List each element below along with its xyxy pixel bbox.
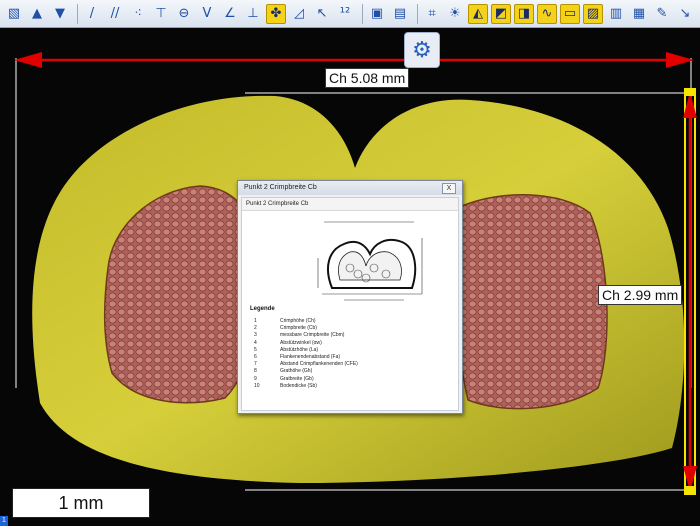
pencil-icon[interactable]: ✎ [652,4,672,24]
cross-section-icon[interactable]: ◿ [289,4,309,24]
scale-bar: 1 mm [12,488,150,518]
list-item: 7 Abstand Crimpflankenenden (CFE) [254,361,358,368]
crop-icon[interactable]: ⌗ [422,4,442,24]
perpendicular-icon[interactable]: ⊤ [151,4,171,24]
legend-list: 1 Crimphöhe (Ch) 2 Crimpbreite (Cb) 3 messb… [254,318,358,390]
list-item: 8 Grathöhe (Gh) [254,368,313,375]
angle-icon[interactable]: V [197,4,217,24]
dialog-titlebar[interactable]: Punkt 2 Crimpbreite Cb X [238,181,462,195]
toolbar-separator [77,3,78,24]
hatch-icon[interactable]: ▨ [583,3,603,24]
line-icon[interactable]: / [82,4,102,24]
web-icon[interactable]: ▦ [629,4,649,24]
color-layer-icon[interactable]: ▥ [606,4,626,24]
scale-bar-label: 1 mm [58,492,104,513]
points-icon[interactable]: ⁖ [128,4,148,24]
list-item: 2 Crimpbreite (Cb) [254,325,317,332]
list-item: 5 Abstützhöhe (La) [254,346,319,353]
overlay-icon[interactable]: ▭ [560,3,580,24]
parallel-lines-icon[interactable]: // [105,4,125,24]
fan-icon[interactable]: ✤ [266,3,286,24]
arrow-diagonal-icon[interactable]: ↘ [675,4,695,24]
dialog-header: Punkt 2 Crimpbreite Cb [242,198,458,211]
dialog-close-button[interactable]: X [442,183,456,194]
crimp-diagram [317,221,423,301]
gear-icon: ⚙ [412,37,432,63]
list-item: 10 Bodendicke (Sb) [254,382,317,389]
angle-arc-icon[interactable]: ∠ [220,4,240,24]
arrow-down-icon[interactable]: ▼ [50,4,70,24]
gradient-icon[interactable]: ◩ [491,3,511,24]
contrast-icon[interactable]: ◭ [468,3,488,24]
fill-icon[interactable]: ◨ [514,3,534,24]
list-item: 6 Flankenendenabstand (Fa) [254,354,341,361]
crimp-reference-dialog[interactable]: Punkt 2 Crimpbreite Cb X Punkt 2 Crimpbr… [237,180,463,414]
list-item: 4 Abstützwinkel (αw) [254,339,322,346]
settings-gear-button[interactable]: ⚙ [404,32,440,68]
height-measurement-label: Ch 2.99 mm [598,285,683,305]
image-icon[interactable]: ▧ [4,4,24,24]
circle-icon[interactable]: ⊖ [174,4,194,24]
list-item: 3 messbare Crimpbreite (Cbm) [254,332,345,339]
list-item: 9 Gratbreite (Gb) [254,375,314,382]
corner-indicator: 1 [0,516,8,526]
arrow-up-icon[interactable]: ▲ [27,4,47,24]
width-measurement-label: Ch 5.08 mm [325,68,410,88]
toolbar-separator [362,3,363,24]
dialog-title: Punkt 2 Crimpbreite Cb [244,184,317,191]
dialog-content: Punkt 2 Crimpbreite Cb Legende 1 Crimphöh… [241,197,459,411]
cursor-points-icon[interactable]: ↖ [312,4,332,24]
legend-title: Legende [250,306,275,312]
list-item: 1 Crimphöhe (Ch) [254,318,316,324]
wave-icon[interactable]: ∿ [537,3,557,24]
toolbar-separator [417,3,418,24]
toolbar: ▧ ▲ ▼ / // ⁖ ⊤ ⊖ V ∠ ⊥ ✤ ◿ ↖ ¹² ▣ ▤ ⌗ ☀ … [0,0,700,28]
numbering-icon[interactable]: ¹² [335,4,355,24]
save-image-icon[interactable]: ▤ [390,4,410,24]
brightness-icon[interactable]: ☀ [445,4,465,24]
baseline-icon[interactable]: ⊥ [243,4,263,24]
measure-image-icon[interactable]: ▣ [367,4,387,24]
